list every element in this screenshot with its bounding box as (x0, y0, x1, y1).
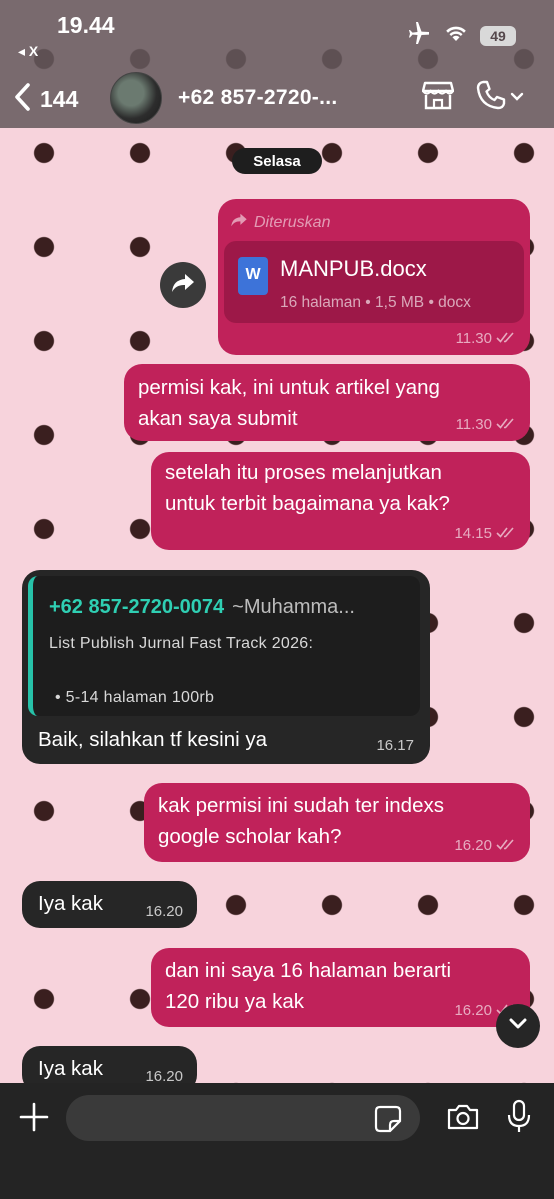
forwarded-text: Diteruskan (254, 214, 331, 231)
message-text-line: dan ini saya 16 halaman berarti (165, 959, 452, 982)
message-input[interactable] (66, 1095, 420, 1141)
sticker-icon (374, 1105, 402, 1137)
chevron-down-icon (510, 89, 524, 107)
scroll-to-bottom-button[interactable] (496, 1004, 540, 1048)
attach-button[interactable] (18, 1101, 50, 1138)
message-meta: 11.30 (456, 331, 516, 347)
mic-icon (506, 1099, 532, 1139)
message-time: 16.20 (145, 903, 183, 920)
header-actions (421, 80, 524, 115)
voice-message-button[interactable] (506, 1099, 532, 1140)
message-text-line: untuk terbit bagaimana ya kak? (165, 492, 450, 515)
message-time: 11.30 (455, 330, 492, 347)
back-to-app-link[interactable]: ◂ X (18, 43, 38, 60)
document-info: 16 halaman • 1,5 MB • docx (280, 294, 471, 311)
status-icons: 49 (406, 22, 516, 49)
message-bubble-reply[interactable]: +62 857-2720-0074 ~Muhamma... List Publis… (22, 570, 430, 764)
message-bubble[interactable]: dan ini saya 16 halaman berarti 120 ribu… (151, 948, 530, 1027)
message-composer (0, 1083, 554, 1199)
word-document-icon: W (238, 257, 268, 295)
camera-button[interactable] (446, 1103, 480, 1136)
chevron-down-icon (508, 1017, 528, 1035)
message-meta: 11.30 (456, 417, 516, 433)
message-text-line: permisi kak, ini untuk artikel yang (138, 376, 440, 399)
quoted-sender-alias: ~Muhamma... (232, 596, 355, 618)
read-receipt-icon (496, 526, 516, 542)
unread-count: 144 (40, 86, 79, 112)
airplane-icon (406, 22, 432, 49)
forward-button[interactable] (160, 262, 206, 308)
wifi-icon (444, 24, 468, 47)
message-bubble[interactable]: Iya kak 16.20 (22, 881, 197, 928)
read-receipt-icon (496, 838, 516, 854)
contact-name[interactable]: +62 857-2720-... (178, 86, 338, 110)
message-time: 11.30 (455, 416, 492, 433)
quoted-text-line: List Publish Jurnal Fast Track 2026: (49, 635, 314, 652)
quoted-sender: +62 857-2720-0074 ~Muhamma... (49, 592, 355, 623)
message-bubble-document[interactable]: Diteruskan W MANPUB.docx 16 halaman • 1,… (218, 199, 530, 355)
message-bubble[interactable]: permisi kak, ini untuk artikel yang akan… (124, 364, 530, 441)
message-text-line: kak permisi ini sudah ter indexs (158, 794, 444, 817)
avatar[interactable] (110, 72, 162, 124)
quoted-message[interactable]: +62 857-2720-0074 ~Muhamma... List Publis… (28, 576, 420, 716)
store-icon[interactable] (421, 80, 455, 115)
phone-icon (476, 80, 506, 115)
forward-icon (230, 207, 248, 238)
status-time: 19.44 (57, 12, 115, 38)
message-meta: 14.15 (454, 526, 516, 542)
message-meta: 16.20 (454, 838, 516, 854)
message-text-line: Baik, silahkan tf kesini ya (38, 728, 268, 751)
read-receipt-icon (496, 331, 516, 347)
forwarded-label: Diteruskan (230, 207, 330, 238)
chat-header: 19.44 ◂ X 49 144 +62 857-2720-... (0, 0, 554, 128)
quoted-sender-number: +62 857-2720-0074 (49, 596, 225, 618)
back-button[interactable]: 144 (12, 82, 78, 117)
message-meta: 16.20 (145, 904, 183, 920)
day-separator: Selasa (232, 148, 322, 174)
message-time: 16.20 (454, 837, 492, 854)
message-time: 16.20 (454, 1002, 492, 1019)
document-name: MANPUB.docx (280, 256, 427, 281)
read-receipt-icon (496, 417, 516, 433)
chevron-left-icon (12, 82, 34, 117)
message-bubble[interactable]: setelah itu proses melanjutkan untuk ter… (151, 452, 530, 550)
message-time: 16.17 (376, 737, 414, 754)
battery-icon: 49 (480, 25, 516, 46)
sticker-button[interactable] (374, 1105, 402, 1138)
message-time: 14.15 (454, 525, 492, 542)
message-meta: 16.17 (376, 738, 414, 754)
plus-icon (18, 1102, 50, 1137)
camera-icon (446, 1104, 480, 1135)
document-attachment[interactable]: W MANPUB.docx 16 halaman • 1,5 MB • docx (224, 241, 524, 323)
quoted-text-line: • 5-14 halaman 100rb (55, 689, 215, 706)
message-bubble[interactable]: kak permisi ini sudah ter indexs google … (144, 783, 530, 862)
forward-icon (171, 273, 195, 298)
message-text-line: setelah itu proses melanjutkan (165, 461, 442, 484)
phone-call-button[interactable] (476, 80, 524, 115)
